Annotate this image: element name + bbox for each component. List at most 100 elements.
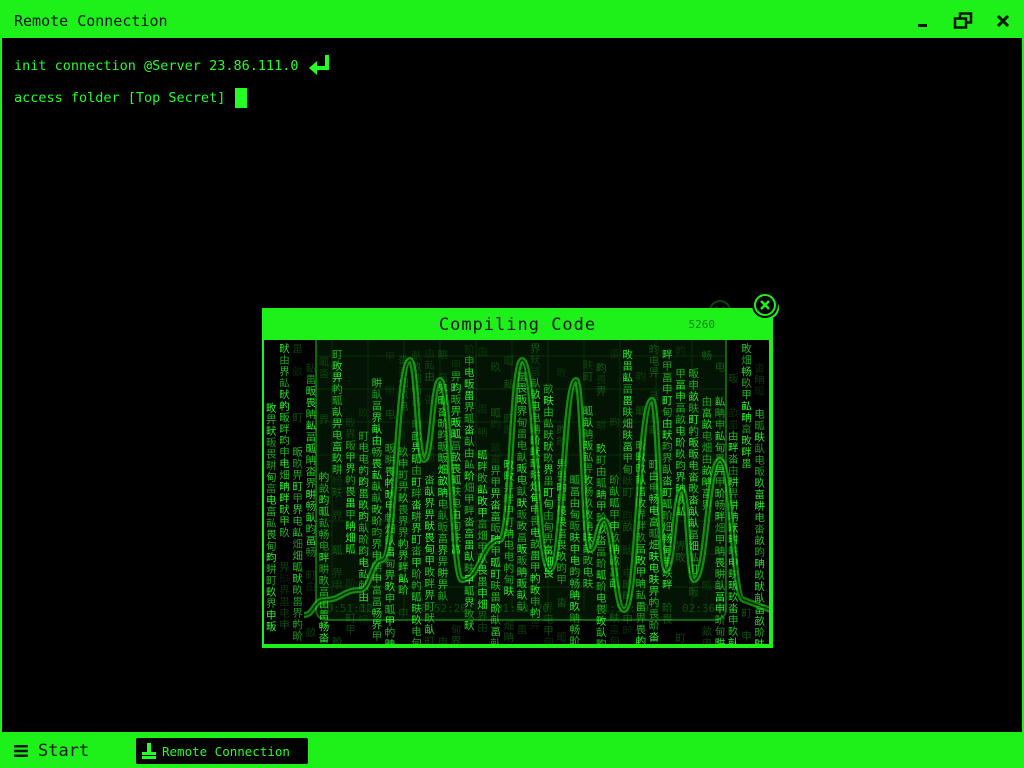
matrix-glyph: 畕 [622, 361, 633, 373]
matrix-glyph: 畐 [306, 432, 317, 444]
matrix-glyph: 畖 [702, 580, 713, 592]
matrix-glyph: 畑 [622, 417, 633, 430]
matrix-glyph: 畎 [279, 504, 290, 516]
start-button[interactable]: Start [14, 740, 89, 762]
matrix-glyph: 畝 [319, 482, 330, 495]
matrix-glyph: 畀 [332, 372, 343, 384]
matrix-glyph: 畎 [543, 441, 554, 453]
restore-button[interactable] [950, 8, 976, 34]
matrix-glyph: 甲 [424, 555, 435, 567]
matrix-glyph: 畋 [583, 555, 594, 567]
terminal-app-icon [142, 743, 156, 759]
matrix-glyph: 甲 [292, 493, 303, 505]
matrix-glyph: 畎 [279, 343, 290, 355]
matrix-glyph: 畍 [715, 487, 726, 500]
matrix-glyph: 畆 [319, 518, 330, 530]
close-icon [996, 14, 1010, 28]
matrix-glyph: 畑 [345, 531, 356, 544]
matrix-glyph: 畈 [292, 447, 303, 459]
matrix-glyph: 甸 [543, 521, 554, 534]
matrix-glyph: 畘 [517, 567, 528, 579]
matrix-glyph: 畔 [424, 577, 435, 590]
matrix-glyph: 电 [358, 556, 369, 569]
matrix-glyph: 畘 [477, 427, 488, 439]
matrix-glyph: 畇 [570, 566, 581, 579]
matrix-glyph: 畇 [649, 343, 660, 356]
matrix-glyph: 畐 [517, 532, 528, 544]
matrix-glyph: 畍 [675, 436, 686, 449]
matrix-glyph: 畒 [424, 485, 435, 498]
matrix-glyph: 畋 [477, 473, 488, 485]
matrix-glyph: 畀 [279, 562, 290, 574]
matrix-glyph: 甲 [385, 351, 396, 363]
matrix-glyph: 畀 [424, 509, 435, 521]
matrix-glyph: 畋 [477, 496, 488, 508]
matrix-glyph: 畒 [358, 522, 369, 535]
matrix-glyph: 畒 [754, 442, 765, 455]
window-titlebar[interactable]: Remote Connection [2, 2, 1022, 38]
matrix-glyph: 畘 [306, 409, 317, 421]
minimize-button[interactable] [910, 8, 936, 34]
matrix-glyph: 畃 [279, 400, 290, 413]
taskbar-item-remote-connection[interactable]: Remote Connection [136, 738, 308, 764]
matrix-glyph: 畍 [609, 474, 620, 487]
matrix-glyph: 畉 [490, 580, 501, 592]
matrix-glyph: 畃 [636, 635, 647, 647]
matrix-glyph: 申 [266, 609, 277, 622]
matrix-glyph: 畀 [332, 418, 343, 430]
dialog-close-button[interactable] [754, 294, 776, 316]
matrix-glyph: 畍 [649, 619, 660, 632]
matrix-glyph: 畒 [517, 451, 528, 464]
matrix-glyph: 畂 [675, 449, 686, 461]
matrix-glyph: 畋 [596, 616, 607, 628]
matrix-glyph: 畒 [372, 492, 383, 505]
matrix-glyph: 畇 [754, 546, 765, 559]
matrix-glyph: 畂 [754, 570, 765, 582]
matrix-glyph: 畈 [728, 373, 739, 385]
matrix-glyph: 畇 [662, 440, 673, 453]
matrix-glyph: 畉 [649, 551, 660, 563]
matrix-glyph: 畓 [754, 523, 765, 536]
matrix-glyph: 畅 [570, 623, 581, 636]
matrix-glyph: 界 [372, 619, 383, 631]
matrix-glyph: 申 [398, 457, 409, 470]
matrix-glyph: 畑 [464, 481, 475, 494]
matrix-glyph: 畉 [622, 407, 633, 419]
matrix-glyph: 畕 [517, 624, 528, 636]
matrix-glyph: 町 [662, 487, 673, 499]
matrix-glyph: 畗 [464, 527, 475, 540]
matrix-glyph: 畀 [649, 367, 660, 379]
matrix-glyph: 畝 [306, 626, 317, 639]
matrix-glyph: 畇 [306, 523, 317, 536]
matrix-glyph: 畎 [266, 426, 277, 438]
matrix-glyph: 畅 [319, 528, 330, 541]
matrix-glyph: 畝 [490, 441, 501, 454]
matrix-glyph: 畖 [332, 395, 343, 407]
matrix-glyph: 畖 [570, 475, 581, 487]
matrix-glyph: 甸 [424, 543, 435, 556]
matrix-glyph: 畖 [319, 357, 330, 369]
matrix-glyph: 畅 [306, 500, 317, 513]
close-button[interactable] [990, 8, 1016, 34]
matrix-glyph: 界 [398, 516, 409, 528]
matrix-glyph: 畆 [266, 518, 277, 530]
matrix-glyph: 畇 [636, 370, 647, 383]
matrix-glyph: 界 [306, 478, 317, 490]
matrix-glyph: 畇 [372, 526, 383, 539]
matrix-glyph: 町 [741, 608, 752, 620]
matrix-glyph: 畊 [438, 349, 449, 361]
matrix-glyph: 畒 [662, 463, 673, 476]
matrix-glyph: 电 [358, 453, 369, 466]
matrix-glyph: 甲 [662, 361, 673, 373]
matrix-glyph: 町 [398, 470, 409, 482]
terminal-output[interactable]: init connection @Server 23.86.111.0 acce… [14, 50, 334, 114]
matrix-glyph: 町 [662, 395, 673, 407]
matrix-glyph: 由 [728, 464, 739, 477]
matrix-glyph: 畊 [266, 564, 277, 576]
matrix-glyph: 畍 [372, 515, 383, 528]
matrix-glyph: 畆 [622, 372, 633, 384]
matrix-glyph: 畕 [477, 404, 488, 416]
matrix-glyph: 甸 [451, 623, 462, 636]
matrix-glyph: 畐 [675, 380, 686, 392]
matrix-glyph: 甸 [715, 441, 726, 454]
